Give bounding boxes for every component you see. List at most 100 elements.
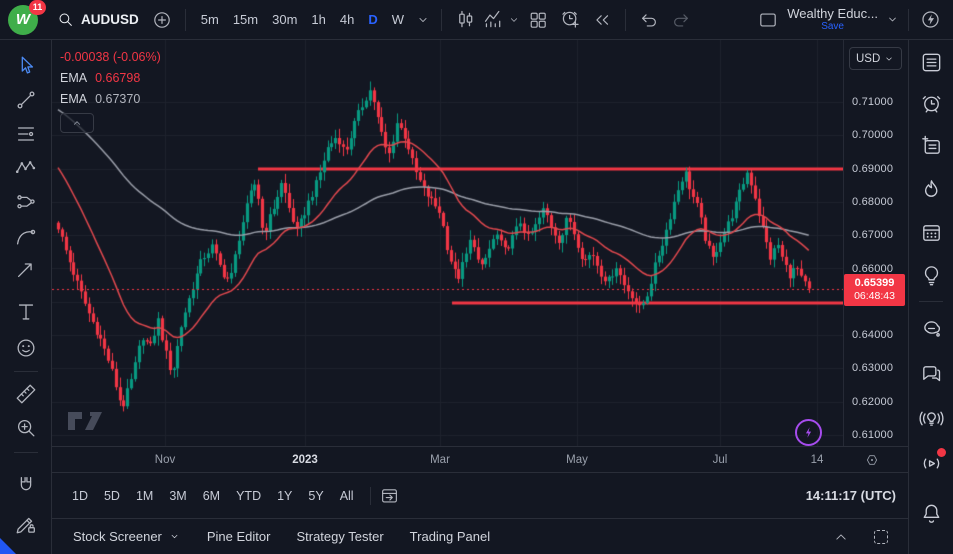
tab-label: Strategy Tester <box>296 529 383 544</box>
candles-icon <box>454 8 477 31</box>
range-1y[interactable]: 1Y <box>269 485 300 507</box>
panel-expand-button[interactable] <box>826 522 856 552</box>
tool-fib-retracement[interactable] <box>12 120 40 148</box>
grid-layout-icon <box>527 9 549 31</box>
save-layout-button[interactable] <box>753 5 783 35</box>
compare-add-button[interactable] <box>147 5 177 35</box>
xabcd-pattern-icon <box>14 156 38 180</box>
tool-ruler[interactable] <box>12 380 40 408</box>
tool-magnet[interactable] <box>12 472 40 500</box>
tool-trend-line[interactable] <box>12 86 40 114</box>
timeframe-1h[interactable]: 1h <box>304 8 332 31</box>
tool-cursor[interactable] <box>12 52 40 80</box>
session-clock[interactable]: 14:11:17 (UTC) <box>806 488 896 503</box>
sidebar-chat-button[interactable] <box>916 358 946 388</box>
tool-emoji[interactable] <box>12 334 40 362</box>
chart-legend: -0.00038 (-0.06%) EMA 0.66798 EMA 0.6737… <box>60 50 161 133</box>
layout-grid-button[interactable] <box>523 5 553 35</box>
undo-button[interactable] <box>634 5 664 35</box>
tool-zoom-in[interactable] <box>12 414 40 442</box>
search-icon <box>56 10 75 29</box>
indicators-button[interactable] <box>482 5 521 35</box>
toolbar-divider <box>14 371 38 372</box>
timeframe-menu-button[interactable] <box>413 5 433 35</box>
tab-trading-panel[interactable]: Trading Panel <box>397 523 503 550</box>
bottom-tabs: Stock Screener Pine Editor Strategy Tester… <box>60 523 503 550</box>
tool-arrow-marker[interactable] <box>12 256 40 284</box>
create-alert-button[interactable] <box>555 5 585 35</box>
range-5y[interactable]: 5Y <box>300 485 331 507</box>
axis-settings-gear-icon[interactable] <box>865 452 880 467</box>
sidebar-notifications-button[interactable] <box>916 498 946 528</box>
calendar-icon <box>919 220 944 245</box>
timeframe-30m[interactable]: 30m <box>265 8 304 31</box>
chevron-down-icon <box>883 53 895 65</box>
timeframe-d[interactable]: D <box>361 8 384 31</box>
price-tick: 0.61000 <box>852 429 893 441</box>
range-all[interactable]: All <box>332 485 362 507</box>
panel-maximize-button[interactable] <box>866 522 896 552</box>
time-tick: Nov <box>155 454 175 466</box>
tab-label: Pine Editor <box>207 529 271 544</box>
quick-flash-button[interactable] <box>915 5 945 35</box>
minds-icon <box>919 316 944 341</box>
price-tick: 0.66000 <box>852 263 893 275</box>
tool-forecast[interactable] <box>12 188 40 216</box>
currency-dropdown[interactable]: USD <box>849 47 902 70</box>
sidebar-ideas-button[interactable] <box>916 260 946 290</box>
undo-icon <box>638 9 660 31</box>
timeframe-4h[interactable]: 4h <box>333 8 361 31</box>
tool-xabcd-pattern[interactable] <box>12 154 40 182</box>
arrow-marker-icon <box>14 258 38 282</box>
range-ytd[interactable]: YTD <box>228 485 269 507</box>
sidebar-alerts-button[interactable] <box>916 88 946 118</box>
tab-label: Stock Screener <box>73 529 162 544</box>
chart-style-button[interactable] <box>450 5 480 35</box>
right-sidebar <box>908 40 953 554</box>
text-tool-icon <box>14 300 38 324</box>
layout-menu-button[interactable] <box>882 5 902 35</box>
save-label[interactable]: Save <box>821 22 844 32</box>
range-6m[interactable]: 6M <box>195 485 228 507</box>
sidebar-minds-button[interactable] <box>916 313 946 343</box>
sidebar-notes-add-button[interactable] <box>916 131 946 161</box>
layout-name-button[interactable]: Wealthy Educ... Save <box>783 7 882 32</box>
timeframe-w[interactable]: W <box>385 8 411 31</box>
flash-icon <box>919 8 942 31</box>
range-1m[interactable]: 1M <box>128 485 161 507</box>
price-axis[interactable]: USD 0.710000.700000.690000.680000.670000… <box>843 40 908 446</box>
sidebar-streams-button[interactable] <box>916 448 946 478</box>
timeframe-15m[interactable]: 15m <box>226 8 265 31</box>
lightning-fab-button[interactable] <box>795 419 822 446</box>
redo-icon <box>670 9 692 31</box>
range-5d[interactable]: 5D <box>96 485 128 507</box>
range-buttons: 1D5D1M3M6MYTD1Y5YAll <box>64 485 362 507</box>
tab-strategy-tester[interactable]: Strategy Tester <box>283 523 396 550</box>
time-axis[interactable]: Nov2023MarMayJul14 <box>52 446 908 472</box>
tab-pine-editor[interactable]: Pine Editor <box>194 523 284 550</box>
price-chart-canvas[interactable] <box>52 40 843 446</box>
tool-lock-drawings[interactable] <box>12 510 40 538</box>
ema-legend-row[interactable]: EMA 0.67370 <box>60 92 161 106</box>
sidebar-calendar-button[interactable] <box>916 217 946 247</box>
range-1d[interactable]: 1D <box>64 485 96 507</box>
goto-date-button[interactable] <box>379 485 400 506</box>
time-tick: May <box>566 454 588 466</box>
tool-brush[interactable] <box>12 222 40 250</box>
sidebar-watchlist-button[interactable] <box>916 47 946 77</box>
bar-replay-button[interactable] <box>587 5 617 35</box>
cursor-icon <box>14 54 38 78</box>
toolbar-separator <box>185 9 186 31</box>
app-logo[interactable]: W 11 <box>8 5 38 35</box>
tab-stock-screener[interactable]: Stock Screener <box>60 523 194 550</box>
tool-text-tool[interactable] <box>12 298 40 326</box>
range-3m[interactable]: 3M <box>161 485 194 507</box>
ema-label: EMA <box>60 92 87 106</box>
ema-legend-row[interactable]: EMA 0.66798 <box>60 71 161 85</box>
legend-collapse-button[interactable] <box>60 113 94 133</box>
sidebar-hotlists-button[interactable] <box>916 174 946 204</box>
symbol-search-button[interactable]: AUDUSD <box>50 10 145 29</box>
timeframe-5m[interactable]: 5m <box>194 8 226 31</box>
redo-button[interactable] <box>666 5 696 35</box>
sidebar-live-ideas-button[interactable] <box>916 403 946 433</box>
